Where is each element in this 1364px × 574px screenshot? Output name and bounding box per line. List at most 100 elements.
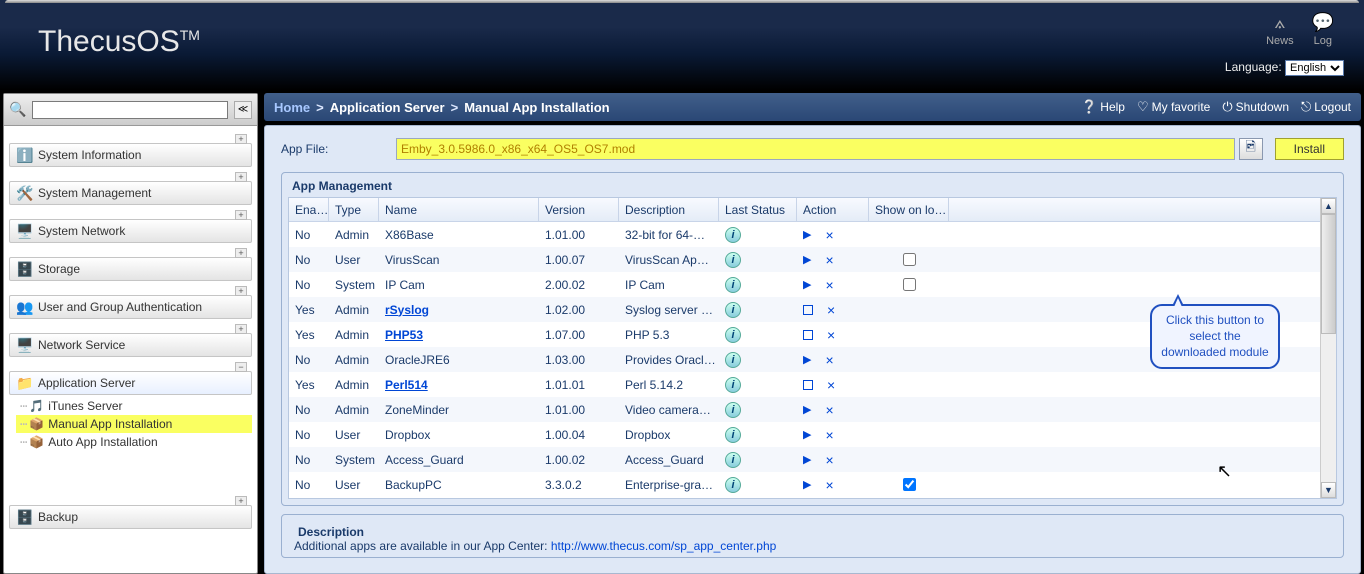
remove-icon[interactable]: ×: [825, 452, 833, 468]
content-area: Home > Application Server > Manual App I…: [264, 93, 1361, 574]
sidebar-item[interactable]: 🛠️System Management: [9, 181, 252, 205]
news-button[interactable]: ⟑News: [1266, 12, 1294, 47]
table-row[interactable]: NoAdminX86Base1.01.0032-bit for 64-…i▶×: [289, 222, 1320, 247]
play-icon[interactable]: ▶: [803, 278, 811, 291]
nav-expand-icon[interactable]: +: [235, 134, 247, 144]
sidebar-item[interactable]: 🗄️Storage: [9, 257, 252, 281]
info-icon[interactable]: i: [725, 327, 741, 343]
nav-expand-icon[interactable]: +: [235, 324, 247, 334]
chevron-right-icon: >: [451, 100, 459, 115]
logout-button[interactable]: ⎋Logout: [1301, 99, 1351, 115]
col-description[interactable]: Description: [619, 198, 719, 221]
sidebar-item[interactable]: ℹ️System Information: [9, 143, 252, 167]
nav-expand-icon[interactable]: +: [235, 248, 247, 258]
info-icon[interactable]: i: [725, 402, 741, 418]
info-icon[interactable]: i: [725, 352, 741, 368]
nav-expand-icon[interactable]: +: [235, 172, 247, 182]
col-enabled[interactable]: Ena…: [289, 198, 329, 221]
cell-show-on-login: [869, 297, 949, 322]
show-on-login-checkbox[interactable]: [903, 478, 916, 491]
table-row[interactable]: NoSystemIP Cam2.00.02IP Cami▶×: [289, 272, 1320, 297]
play-icon[interactable]: ▶: [803, 253, 811, 266]
col-last-status[interactable]: Last Status: [719, 198, 797, 221]
app-center-link[interactable]: http://www.thecus.com/sp_app_center.php: [551, 539, 776, 553]
remove-icon[interactable]: ×: [825, 227, 833, 243]
app-file-input[interactable]: [396, 138, 1235, 160]
shutdown-button[interactable]: ⏻Shutdown: [1222, 99, 1289, 115]
show-on-login-checkbox[interactable]: [903, 278, 916, 291]
show-on-login-checkbox[interactable]: [903, 253, 916, 266]
nav-collapse-icon[interactable]: −: [235, 362, 247, 372]
col-show-on-login[interactable]: Show on lo…: [869, 198, 949, 221]
log-button[interactable]: 💬Log: [1312, 12, 1334, 47]
nav-expand-icon[interactable]: +: [235, 210, 247, 220]
sidebar-item[interactable]: 🖥️System Network: [9, 219, 252, 243]
info-icon[interactable]: i: [725, 477, 741, 493]
info-icon[interactable]: i: [725, 427, 741, 443]
stop-icon[interactable]: [803, 330, 813, 340]
scroll-thumb[interactable]: [1321, 214, 1336, 334]
nav-icon: ℹ️: [16, 146, 34, 164]
info-icon[interactable]: i: [725, 227, 741, 243]
info-icon[interactable]: i: [725, 252, 741, 268]
breadcrumb-home[interactable]: Home: [274, 100, 310, 115]
help-button[interactable]: ❔Help: [1081, 99, 1125, 115]
sidebar-sub-item[interactable]: ⋯📦Auto App Installation: [16, 433, 252, 451]
stop-icon[interactable]: [803, 305, 813, 315]
sidebar-collapse-button[interactable]: ≪: [234, 101, 252, 119]
nav-expand-icon[interactable]: +: [235, 286, 247, 296]
play-icon[interactable]: ▶: [803, 478, 811, 491]
col-type[interactable]: Type: [329, 198, 379, 221]
sidebar-sub-item[interactable]: ⋯🎵iTunes Server: [16, 397, 252, 415]
stop-icon[interactable]: [803, 380, 813, 390]
favorite-button[interactable]: ♡My favorite: [1137, 99, 1210, 115]
sidebar-item[interactable]: 👥User and Group Authentication: [9, 295, 252, 319]
language-select[interactable]: English: [1285, 60, 1344, 76]
cell-description: Enterprise-gra…: [619, 472, 719, 497]
install-button[interactable]: Install: [1275, 138, 1344, 160]
remove-icon[interactable]: ×: [825, 352, 833, 368]
browse-button[interactable]: 🖻: [1239, 138, 1263, 160]
table-scrollbar[interactable]: ▲ ▼: [1320, 198, 1336, 498]
remove-icon[interactable]: ×: [827, 377, 835, 393]
remove-icon[interactable]: ×: [825, 277, 833, 293]
scroll-up-icon[interactable]: ▲: [1321, 198, 1336, 214]
app-link[interactable]: rSyslog: [385, 303, 429, 317]
app-link[interactable]: PHP53: [385, 328, 423, 342]
sidebar-search-input[interactable]: [32, 101, 228, 119]
remove-icon[interactable]: ×: [825, 477, 833, 493]
remove-icon[interactable]: ×: [827, 327, 835, 343]
sidebar-item-backup[interactable]: 🗄️ Backup: [9, 505, 252, 529]
nav-expand-icon[interactable]: +: [235, 496, 247, 506]
table-row[interactable]: NoAdminZoneMinder1.01.00Video camera…i▶×: [289, 397, 1320, 422]
play-icon[interactable]: ▶: [803, 428, 811, 441]
col-version[interactable]: Version: [539, 198, 619, 221]
remove-icon[interactable]: ×: [825, 427, 833, 443]
remove-icon[interactable]: ×: [825, 252, 833, 268]
info-icon[interactable]: i: [725, 377, 741, 393]
power-icon: ⏻: [1222, 99, 1232, 115]
info-icon[interactable]: i: [725, 277, 741, 293]
sidebar-item-application-server[interactable]: 📁 Application Server: [9, 371, 252, 395]
play-icon[interactable]: ▶: [803, 228, 811, 241]
col-action[interactable]: Action: [797, 198, 869, 221]
language-selector: Language: English: [1225, 60, 1344, 76]
table-row[interactable]: YesAdminPerl5141.01.01Perl 5.14.2i×: [289, 372, 1320, 397]
play-icon[interactable]: ▶: [803, 453, 811, 466]
play-icon[interactable]: ▶: [803, 353, 811, 366]
scroll-down-icon[interactable]: ▼: [1321, 482, 1336, 498]
info-icon[interactable]: i: [725, 452, 741, 468]
app-link[interactable]: Perl514: [385, 378, 428, 392]
table-row[interactable]: NoUserDropbox1.00.04Dropboxi▶×: [289, 422, 1320, 447]
table-row[interactable]: NoSystemAccess_Guard1.00.02Access_Guardi…: [289, 447, 1320, 472]
cell-action: ▶×: [797, 472, 869, 497]
table-row[interactable]: NoUserBackupPC3.3.0.2Enterprise-gra…i▶×: [289, 472, 1320, 497]
table-row[interactable]: NoUserVirusScan1.00.07VirusScan Ap…i▶×: [289, 247, 1320, 272]
info-icon[interactable]: i: [725, 302, 741, 318]
remove-icon[interactable]: ×: [827, 302, 835, 318]
col-name[interactable]: Name: [379, 198, 539, 221]
play-icon[interactable]: ▶: [803, 403, 811, 416]
sidebar-item[interactable]: 🖥️Network Service: [9, 333, 252, 357]
remove-icon[interactable]: ×: [825, 402, 833, 418]
sidebar-sub-item[interactable]: ⋯📦Manual App Installation: [16, 415, 252, 433]
